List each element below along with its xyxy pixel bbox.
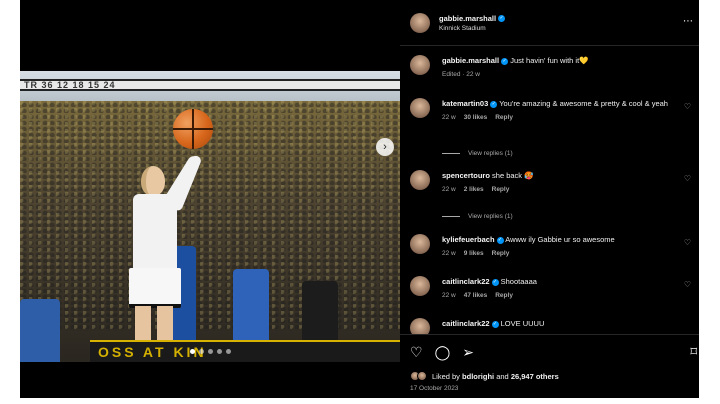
comment-bubble-icon[interactable]: ◯: [435, 344, 451, 361]
save-bookmark-icon[interactable]: ⌑: [690, 344, 697, 360]
fan-figure: [20, 299, 60, 362]
post-date: 17 October 2023: [410, 385, 459, 392]
liked-by[interactable]: Liked by bdlorighi and 26,947 others: [410, 371, 559, 381]
comment: katemartin03 ✓ You're amazing & awesome &…: [410, 98, 692, 123]
verified-icon: ✓: [498, 15, 506, 23]
verified-icon: ✓: [491, 320, 499, 328]
comment-age: 22 w: [442, 186, 456, 193]
comment-likes[interactable]: 30 likes: [464, 114, 488, 121]
player-shooting: [125, 153, 203, 362]
carousel-dot: [190, 349, 195, 354]
comment-heart-icon[interactable]: ♡: [684, 102, 691, 111]
post-media: TR 36 12 18 15 24 OSS AT KIN ›: [20, 0, 400, 398]
comment-author[interactable]: kyliefeuerbach: [442, 235, 495, 244]
comment-text: LOVE UUUU: [500, 319, 545, 328]
comment: spencertouro she back 🥵 22 w 2 likes Reply: [410, 170, 692, 195]
liked-by-user[interactable]: bdlorighi: [462, 372, 494, 381]
comment-avatar[interactable]: [410, 170, 430, 190]
caption-avatar[interactable]: [410, 55, 430, 75]
post-photo[interactable]: TR 36 12 18 15 24 OSS AT KIN: [20, 71, 400, 362]
comment-text: she back 🥵: [492, 171, 534, 180]
reply-button[interactable]: Reply: [495, 292, 513, 299]
comment-age: 22 w: [442, 292, 456, 299]
comment-likes[interactable]: 47 likes: [464, 292, 488, 299]
comments-list[interactable]: gabbie.marshall ✓ Just havin' fun with it…: [400, 46, 699, 334]
comment-likes[interactable]: 9 likes: [464, 250, 484, 257]
comment-author[interactable]: caitlinclark22: [442, 319, 490, 328]
verified-icon: ✓: [496, 236, 504, 244]
view-replies-button[interactable]: View replies (1): [442, 150, 513, 157]
comment-text: Awww ily Gabbie ur so awesome: [505, 235, 615, 244]
post-location[interactable]: Kinnick Stadium: [439, 25, 505, 32]
stadium-roof: TR 36 12 18 15 24: [20, 71, 400, 101]
reply-button[interactable]: Reply: [495, 114, 513, 121]
comment-author[interactable]: spencertouro: [442, 171, 490, 180]
comment-text: You're amazing & awesome & pretty & cool…: [499, 99, 668, 108]
player-jersey: [133, 194, 177, 274]
comment-avatar[interactable]: [410, 276, 430, 296]
comment-avatar[interactable]: [410, 98, 430, 118]
court-banner: OSS AT KIN: [90, 340, 400, 362]
comment-heart-icon[interactable]: ♡: [684, 174, 691, 183]
comment-heart-icon[interactable]: ♡: [684, 280, 691, 289]
verified-icon: ✓: [491, 278, 499, 286]
view-replies-button[interactable]: View replies (1): [442, 213, 513, 220]
liker-avatar: [417, 371, 427, 381]
comment-author[interactable]: caitlinclark22: [442, 277, 490, 286]
comment-avatar[interactable]: [410, 234, 430, 254]
carousel-dot: [208, 349, 213, 354]
carousel-dot: [199, 349, 204, 354]
verified-icon: ✓: [501, 57, 509, 65]
comment-avatar[interactable]: [410, 318, 430, 334]
carousel-dot: [226, 349, 231, 354]
author-avatar[interactable]: [410, 12, 430, 33]
comment-age: 22 w: [442, 114, 456, 121]
carousel-dots: [190, 349, 231, 354]
like-heart-icon[interactable]: ♡: [410, 344, 423, 361]
post-header: gabbie.marshall ✓ Kinnick Stadium ⋯: [400, 0, 699, 46]
comment-text: Shootaaaa: [500, 277, 537, 286]
comment: kyliefeuerbach ✓ Awww ily Gabbie ur so aw…: [410, 234, 692, 259]
caption-text: Just havin' fun with it💛: [510, 56, 589, 65]
instagram-post: TR 36 12 18 15 24 OSS AT KIN › gabbie.ma…: [20, 0, 699, 398]
author-username[interactable]: gabbie.marshall: [439, 14, 496, 23]
reply-button[interactable]: Reply: [492, 186, 510, 193]
stand-sign: TR 36 12 18 15 24: [20, 79, 400, 91]
post-actions: ♡ ◯ ➢ ⌑ Liked by bdlorighi and 26,947 ot…: [400, 334, 699, 398]
likes-count[interactable]: 26,947 others: [511, 372, 559, 381]
comment: caitlinclark22 ✓ Shootaaaa 22 w 47 likes Re…: [410, 276, 692, 301]
caption-author[interactable]: gabbie.marshall: [442, 56, 499, 65]
share-send-icon[interactable]: ➢: [462, 344, 474, 361]
comment: caitlinclark22 ✓ LOVE UUUU: [410, 318, 692, 334]
comment-age: 22 w: [442, 250, 456, 257]
caption: gabbie.marshall ✓ Just havin' fun with it…: [410, 55, 692, 80]
verified-icon: ✓: [490, 100, 498, 108]
more-dots-icon[interactable]: ⋯: [683, 16, 693, 27]
comment-author[interactable]: katemartin03: [442, 99, 488, 108]
next-photo-icon[interactable]: ›: [376, 138, 394, 156]
caption-meta: Edited · 22 w: [442, 71, 480, 78]
comment-heart-icon[interactable]: ♡: [684, 238, 691, 247]
carousel-dot: [217, 349, 222, 354]
basketball: [173, 109, 213, 149]
reply-button[interactable]: Reply: [492, 250, 510, 257]
post-side-panel: gabbie.marshall ✓ Kinnick Stadium ⋯ gabbi…: [400, 0, 699, 398]
comment-likes[interactable]: 2 likes: [464, 186, 484, 193]
